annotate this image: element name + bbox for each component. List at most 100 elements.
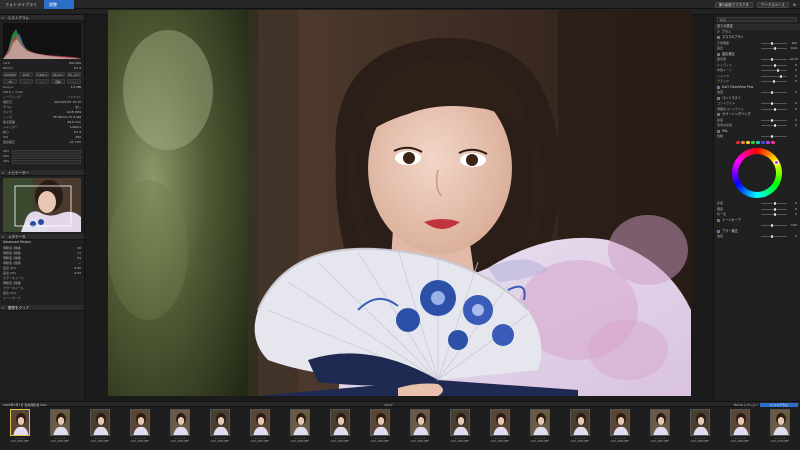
adjust-slider[interactable]: [761, 224, 787, 228]
slider-value[interactable]: 0: [789, 79, 797, 85]
section-enable-checkbox[interactable]: [717, 85, 720, 89]
filmstrip-thumbnail[interactable]: ★★★★★ DSC_0054.NEF: [120, 409, 160, 447]
slider-handle[interactable]: [771, 118, 773, 122]
exif-btn[interactable]: 自動: [51, 79, 65, 84]
hsl-color-swatch[interactable]: [761, 140, 765, 144]
filmstrip-thumbnail[interactable]: ★★★★★ DSC_0051.NEF: [0, 409, 40, 447]
section-enable-checkbox[interactable]: [717, 52, 720, 56]
filmstrip-thumbnail[interactable]: ★★★★★ DSC_0067.NEF: [640, 409, 680, 447]
adjust-slider[interactable]: [761, 107, 787, 111]
adjust-slider[interactable]: [761, 207, 787, 211]
filmstrip-thumbnail[interactable]: ★★★★★ DSC_0061.NEF: [400, 409, 440, 447]
navigator-thumbnail[interactable]: [3, 178, 81, 232]
filmstrip-thumbnail[interactable]: ★★★★★ DSC_0066.NEF: [600, 409, 640, 447]
slider-handle[interactable]: [774, 202, 776, 206]
hsl-color-swatch[interactable]: [736, 140, 740, 144]
slider-value[interactable]: 0: [789, 123, 797, 129]
filmstrip-thumbnail[interactable]: ★★★★★ DSC_0069.NEF: [720, 409, 760, 447]
adjust-slider[interactable]: [761, 118, 787, 122]
gps-input[interactable]: [12, 154, 81, 159]
adjust-slider[interactable]: [761, 102, 787, 106]
slider-handle[interactable]: [774, 63, 776, 67]
slider-handle[interactable]: [773, 80, 775, 84]
exif-btn[interactable]: 16: [3, 79, 17, 84]
adjust-slider[interactable]: [761, 235, 787, 239]
slider-value[interactable]: 0: [789, 234, 797, 240]
color-wheel-handle[interactable]: [774, 160, 779, 165]
filmstrip-thumbnail[interactable]: ★★★★★ DSC_0065.NEF: [560, 409, 600, 447]
section-enable-checkbox[interactable]: [717, 96, 720, 100]
settings-search-input[interactable]: 検索: [717, 17, 797, 22]
adjust-slider[interactable]: [761, 80, 787, 84]
section-enable-checkbox[interactable]: [717, 36, 720, 40]
workspace-button[interactable]: ワークスペース: [756, 1, 789, 8]
slider-value[interactable]: 0.00: [789, 46, 797, 52]
adjust-slider[interactable]: [761, 74, 787, 78]
hsl-color-swatch[interactable]: [771, 140, 775, 144]
filmstrip-thumbnail[interactable]: ★★★★★ DSC_0055.NEF: [160, 409, 200, 447]
filmstrip-thumbnail[interactable]: ★★★★★ DSC_0057.NEF: [240, 409, 280, 447]
hsl-color-swatch[interactable]: [741, 140, 745, 144]
section-enable-checkbox[interactable]: [717, 218, 720, 222]
slider-value[interactable]: 0: [789, 107, 797, 113]
adjust-slider[interactable]: [761, 91, 787, 95]
section-enable-checkbox[interactable]: [717, 113, 720, 117]
hsl-color-swatch[interactable]: [756, 140, 760, 144]
color-wheel[interactable]: [732, 148, 782, 198]
clear-history-header[interactable]: 履歴をクリア: [0, 304, 84, 311]
filmstrip-thumbnail[interactable]: ★★★★★ DSC_0064.NEF: [520, 409, 560, 447]
adjust-slider[interactable]: [761, 124, 787, 128]
filmstrip-thumbnail[interactable]: ★★★★★ DSC_0070.NEF: [760, 409, 800, 447]
slider-handle[interactable]: [771, 58, 773, 62]
gps-input[interactable]: [12, 159, 81, 164]
history-item[interactable]: トーンカーブ: [0, 296, 84, 301]
metadata-header[interactable]: メタデータ: [0, 234, 84, 240]
slider-handle[interactable]: [780, 74, 782, 78]
hsl-color-swatch[interactable]: [751, 140, 755, 144]
tab-photo-library[interactable]: フォトライブラリ: [0, 0, 44, 9]
navigator-header[interactable]: ナビゲーター: [0, 170, 84, 176]
second-display-button[interactable]: 第2画面でマネクタ: [714, 1, 753, 8]
slider-handle[interactable]: [774, 207, 776, 211]
filmstrip-thumbnail[interactable]: ★★★★★ DSC_0062.NEF: [440, 409, 480, 447]
gps-input[interactable]: [12, 149, 81, 154]
filmstrip-thumbnail[interactable]: ★★★★★ DSC_0068.NEF: [680, 409, 720, 447]
filmstrip-thumbnail[interactable]: ★★★★★ DSC_0060.NEF: [360, 409, 400, 447]
adjust-slider[interactable]: [761, 202, 787, 206]
slider-handle[interactable]: [771, 135, 773, 139]
slider-handle[interactable]: [771, 102, 773, 106]
slider-handle[interactable]: [777, 69, 779, 73]
slider-handle[interactable]: [774, 47, 776, 51]
slider-value[interactable]: 0.00: [789, 223, 797, 229]
adjust-slider[interactable]: [761, 63, 787, 67]
section-enable-checkbox[interactable]: [717, 129, 720, 133]
filmstrip-thumbnail[interactable]: ★★★★★ DSC_0059.NEF: [320, 409, 360, 447]
slider-handle[interactable]: [774, 124, 776, 128]
exif-btn[interactable]: —: [35, 79, 49, 84]
filmstrip-thumbnail[interactable]: ★★★★★ DSC_0058.NEF: [280, 409, 320, 447]
main-photo-canvas[interactable]: [108, 10, 691, 396]
slider-handle[interactable]: [771, 235, 773, 239]
filmstrip-thumbnail[interactable]: ★★★★★ DSC_0063.NEF: [480, 409, 520, 447]
gear-icon[interactable]: ⚙: [793, 3, 796, 7]
tab-customize[interactable]: 調整: [44, 0, 74, 9]
slider-handle[interactable]: [774, 213, 776, 217]
adjust-slider[interactable]: [761, 41, 787, 45]
filmstrip-thumbnail[interactable]: ★★★★★ DSC_0056.NEF: [200, 409, 240, 447]
histogram-header[interactable]: ヒストグラム: [0, 15, 84, 21]
hsl-color-swatch[interactable]: [766, 140, 770, 144]
filmstrip-thumbnail[interactable]: ★★★★★ DSC_0053.NEF: [80, 409, 120, 447]
exif-btn[interactable]: —: [19, 79, 33, 84]
adjust-slider[interactable]: [761, 213, 787, 217]
section-enable-checkbox[interactable]: [717, 229, 720, 233]
adjust-slider[interactable]: [761, 135, 787, 139]
adjust-slider[interactable]: [761, 69, 787, 73]
slider-handle[interactable]: [771, 224, 773, 228]
adjust-slider[interactable]: [761, 47, 787, 51]
slider-handle[interactable]: [771, 41, 773, 45]
hsl-color-swatch[interactable]: [746, 140, 750, 144]
slider-handle[interactable]: [774, 107, 776, 111]
slider-value[interactable]: 0: [789, 212, 797, 218]
slider-handle[interactable]: [771, 91, 773, 95]
slider-value[interactable]: 0: [789, 90, 797, 96]
